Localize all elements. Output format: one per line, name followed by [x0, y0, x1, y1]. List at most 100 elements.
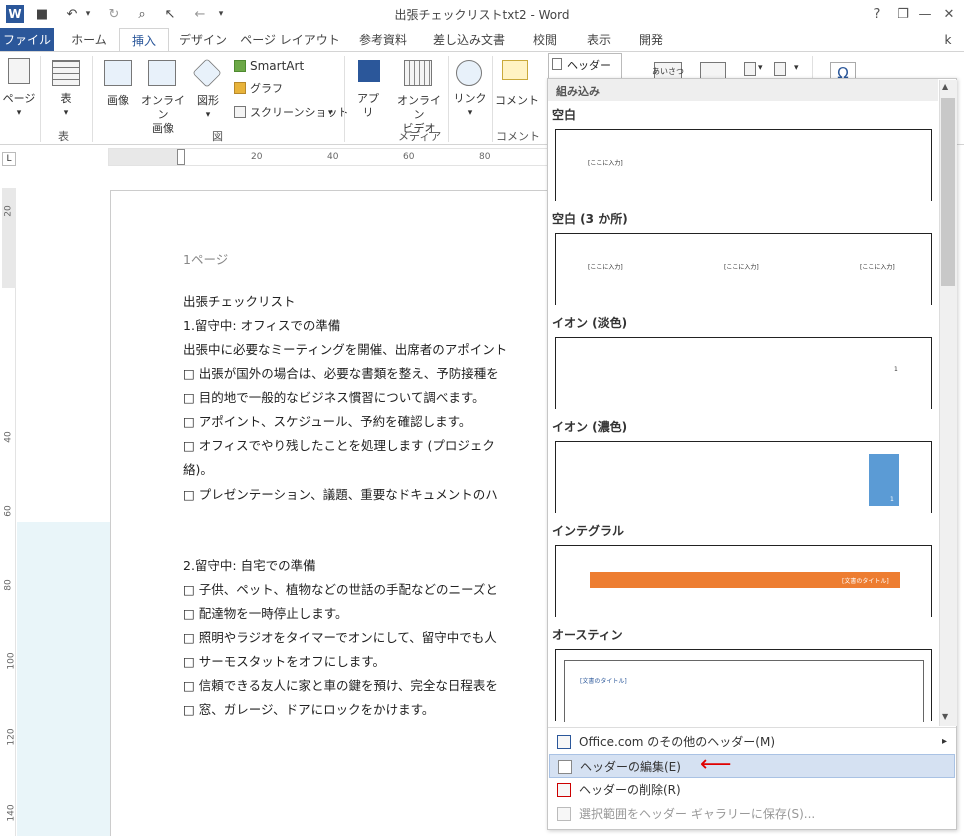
group-separator — [344, 56, 345, 142]
preview-placeholder: [文書のタイトル] — [580, 678, 627, 685]
picture-button[interactable]: 画像 — [98, 94, 138, 108]
doc-line[interactable]: 絡)。 — [183, 459, 213, 478]
link-button[interactable]: リンク — [450, 92, 490, 106]
header-edit-icon — [558, 760, 572, 774]
tab-selector[interactable]: L — [2, 152, 16, 166]
edit-header-menu-item[interactable]: ヘッダーの編集(E) — [549, 754, 955, 778]
doc-line[interactable]: 2.留守中: 自宅での準備 — [183, 555, 316, 574]
menu-item-label: ヘッダーの削除(R) — [579, 783, 681, 797]
submenu-arrow-icon: ▸ — [941, 736, 947, 747]
comment-button[interactable]: コメント — [494, 94, 540, 108]
signature-dropdown-icon[interactable]: ▾ — [794, 61, 799, 75]
tab-review[interactable]: 校閲 — [520, 28, 570, 52]
smartart-button[interactable]: SmartArt — [250, 59, 304, 73]
tab-insert[interactable]: 挿入 — [119, 28, 169, 53]
scroll-up-icon[interactable]: ▲ — [942, 82, 948, 91]
gallery-section-title: インテグラル — [552, 524, 625, 538]
doc-line[interactable]: □ サーモスタットをオフにします。 — [183, 651, 385, 670]
picture-icon — [104, 60, 132, 86]
greeting-button[interactable]: あいさつ — [652, 65, 684, 79]
menu-item-label: 選択範囲をヘッダー ギャラリーに保存(S)... — [579, 807, 816, 821]
vertical-ruler[interactable]: 20 40 60 80 100 120 140 — [2, 188, 17, 836]
ruler-tick-label: 60 — [3, 505, 14, 517]
globe-icon — [557, 735, 571, 749]
preview-blue-block — [869, 454, 899, 506]
doc-line[interactable]: □ 出張が国外の場合は、必要な書類を整え、予防接種を — [183, 363, 499, 382]
doc-line[interactable]: □ 照明やラジオをタイマーでオンにして、留守中でも人 — [183, 627, 497, 646]
scrollbar-thumb[interactable] — [941, 98, 955, 286]
screenshot-button[interactable]: スクリーンショット — [250, 106, 348, 120]
tab-developer[interactable]: 開発 — [626, 28, 676, 52]
document-page[interactable]: 1ページ 出張チェックリスト 1.留守中: オフィスでの準備 出張中に必要なミー… — [110, 190, 547, 836]
page-button[interactable]: ページ — [0, 92, 38, 106]
screenshot-dropdown-icon[interactable]: ▾ — [328, 106, 333, 120]
table-icon — [52, 60, 80, 86]
doc-line[interactable]: □ 目的地で一般的なビジネス慣習について調べます。 — [183, 387, 485, 406]
header-preview-austin[interactable]: [文書のタイトル] — [555, 649, 932, 722]
doc-line[interactable]: □ アポイント、スケジュール、予約を確認します。 — [183, 411, 471, 430]
tab-references[interactable]: 参考資料 — [350, 28, 416, 52]
doc-line[interactable]: □ 窓、ガレージ、ドアにロックをかけます。 — [183, 699, 434, 718]
ruler-tick-label: 40 — [3, 431, 14, 443]
scroll-down-icon[interactable]: ▼ — [942, 712, 948, 721]
preview-page-number: 1 — [890, 496, 894, 503]
header-preview-ion-light[interactable]: 1 — [555, 337, 932, 409]
close-button[interactable]: ✕ — [938, 4, 960, 24]
ruler-tick-label: 80 — [3, 579, 14, 591]
page-dropdown-icon[interactable]: ▾ — [0, 106, 38, 120]
account-name[interactable]: k — [938, 28, 958, 52]
help-button[interactable]: ? — [866, 4, 888, 24]
ruler-tick-label: 140 — [6, 804, 17, 822]
ruler-tick-label: 100 — [6, 652, 17, 670]
doc-line[interactable]: □ 子供、ペット、植物などの世話の手配などのニーズと — [183, 579, 498, 598]
doc-line[interactable]: □ 配達物を一時停止します。 — [183, 603, 348, 622]
group-separator — [448, 56, 449, 142]
table-dropdown-icon[interactable]: ▾ — [48, 106, 84, 120]
tab-page-layout[interactable]: ページ レイアウト — [240, 28, 340, 52]
tab-home[interactable]: ホーム — [64, 28, 114, 52]
ribbon-tabs: ファイル ホーム 挿入 デザイン ページ レイアウト 参考資料 差し込み文書 校… — [0, 28, 964, 53]
doc-line[interactable]: 出張チェックリスト — [183, 291, 296, 310]
ruler-margin — [2, 188, 16, 288]
link-dropdown-icon[interactable]: ▾ — [450, 106, 490, 120]
minimize-button[interactable]: — — [914, 4, 936, 24]
ruler-tick-label: 80 — [479, 152, 491, 162]
smartart-icon — [234, 60, 246, 72]
doc-line[interactable]: 1.留守中: オフィスでの準備 — [183, 315, 340, 334]
shapes-dropdown-icon[interactable]: ▾ — [188, 108, 228, 122]
more-headers-office-com[interactable]: Office.com のその他のヘッダー(M) ▸ — [549, 730, 955, 754]
preview-page-number: 1 — [894, 366, 898, 373]
header-preview-integral[interactable]: [文書のタイトル] — [555, 545, 932, 617]
doc-line[interactable]: □ プレゼンテーション、議題、重要なドキュメントのハ — [183, 484, 498, 503]
menu-separator — [548, 727, 956, 728]
tab-file[interactable]: ファイル — [0, 28, 54, 52]
tab-view[interactable]: 表示 — [574, 28, 624, 52]
group-separator — [92, 56, 93, 142]
tab-design[interactable]: デザイン — [174, 28, 232, 52]
remove-header-menu-item[interactable]: ヘッダーの削除(R) — [549, 778, 955, 802]
header-preview-blank[interactable]: [ここに入力] — [555, 129, 932, 201]
media-group-label: メディア — [398, 130, 442, 143]
ribbon-display-icon[interactable]: ❐ — [892, 4, 914, 24]
preview-placeholder: [ここに入力] — [860, 264, 895, 271]
header-preview-ion-dark[interactable]: 1 — [555, 441, 932, 513]
indent-marker[interactable] — [177, 149, 185, 165]
preview-placeholder: [ここに入力] — [588, 160, 623, 167]
quickparts-icon — [744, 62, 756, 76]
header-preview-blank-3[interactable]: [ここに入力] [ここに入力] [ここに入力] — [555, 233, 932, 305]
online-picture-button[interactable]: オンライン 画像 — [136, 94, 190, 136]
shapes-button[interactable]: 図形 — [188, 94, 228, 108]
quickparts-dropdown-icon[interactable]: ▾ — [758, 61, 763, 75]
doc-line[interactable]: □ オフィスでやり残したことを処理します (プロジェク — [183, 435, 495, 454]
save-selection-to-gallery: 選択範囲をヘッダー ギャラリーに保存(S)... — [549, 802, 955, 826]
ruler-tick-label: 20 — [251, 152, 263, 162]
chart-button[interactable]: グラフ — [250, 82, 283, 96]
doc-line[interactable]: □ 信頼できる友人に家と車の鍵を預け、完全な日程表を — [183, 675, 498, 694]
chart-icon — [234, 82, 246, 94]
tab-mailings[interactable]: 差し込み文書 — [426, 28, 512, 52]
apps-button[interactable]: アプ リ — [350, 92, 386, 120]
doc-line[interactable]: 出張中に必要なミーティングを開催、出席者のアポイント — [183, 339, 507, 358]
table-button[interactable]: 表 — [48, 92, 84, 106]
gallery-section-title: オースティン — [552, 628, 623, 642]
horizontal-ruler[interactable]: 20 40 60 80 — [108, 148, 548, 166]
